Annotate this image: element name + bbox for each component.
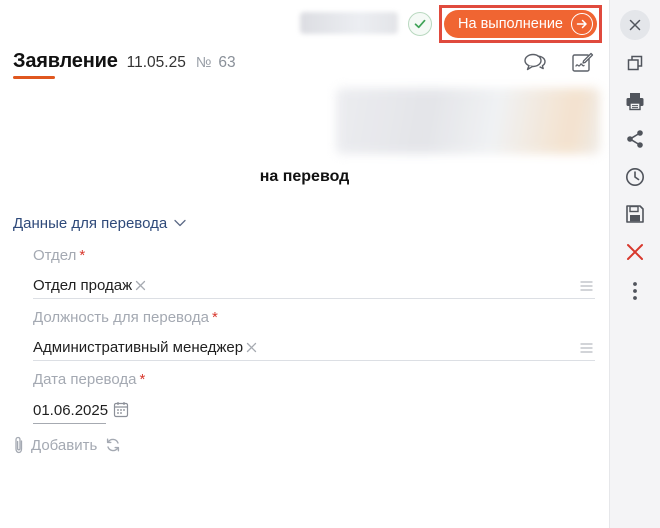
transfer-date-label: Дата перевода *	[33, 371, 145, 388]
share-icon	[627, 130, 643, 148]
department-value: Отдел продаж	[33, 277, 133, 294]
calendar-icon[interactable]	[113, 401, 129, 418]
right-toolbar	[609, 0, 660, 528]
blurred-company-logo	[336, 88, 600, 154]
position-label: Должность для перевода *	[33, 309, 218, 326]
share-button[interactable]	[621, 125, 649, 153]
clock-icon	[626, 168, 644, 186]
comments-button[interactable]	[522, 50, 548, 74]
position-field[interactable]: Административный менеджер	[33, 335, 595, 361]
close-icon	[136, 280, 146, 291]
clear-position-button[interactable]	[246, 342, 257, 353]
confirm-button[interactable]	[408, 12, 432, 36]
required-mark: *	[79, 247, 86, 264]
select-list-icon[interactable]	[580, 343, 593, 353]
required-mark: *	[139, 371, 146, 388]
more-vertical-icon	[633, 282, 637, 300]
history-button[interactable]	[621, 163, 649, 191]
sign-document-icon	[572, 52, 594, 72]
select-list-icon[interactable]	[580, 281, 593, 291]
delete-icon	[627, 244, 643, 260]
chevron-down-icon	[174, 219, 186, 227]
print-button[interactable]	[621, 87, 649, 115]
more-button[interactable]	[621, 277, 649, 305]
top-bar: На выполнение	[0, 0, 609, 44]
attachments-row: Добавить	[13, 436, 121, 454]
refresh-icon[interactable]	[105, 437, 121, 453]
document-subject: на перевод	[259, 168, 350, 185]
number-sign: №	[195, 55, 212, 71]
blurred-user-name	[300, 12, 398, 34]
page-title: Заявление	[13, 50, 118, 72]
copy-icon	[627, 55, 643, 71]
transfer-date-label-text: Дата перевода	[33, 371, 137, 388]
required-mark: *	[211, 309, 218, 326]
status-button-label: На выполнение	[458, 16, 563, 32]
document-panel: На выполнение Заявление 11.05.25 № 63 на	[0, 0, 609, 528]
save-button[interactable]	[621, 200, 649, 228]
print-icon	[626, 93, 644, 111]
paperclip-icon[interactable]	[13, 436, 25, 454]
check-icon	[414, 19, 426, 29]
department-label-text: Отдел	[33, 247, 77, 264]
copy-button[interactable]	[621, 49, 649, 77]
department-field[interactable]: Отдел продаж	[33, 273, 595, 299]
save-icon	[626, 205, 644, 223]
clear-department-button[interactable]	[135, 280, 146, 291]
add-attachment-button[interactable]: Добавить	[31, 437, 97, 454]
department-label: Отдел *	[33, 247, 85, 264]
sign-document-button[interactable]	[569, 50, 595, 74]
close-icon	[629, 19, 641, 31]
close-button[interactable]	[620, 10, 650, 40]
position-value: Административный менеджер	[33, 339, 244, 356]
close-icon	[246, 342, 257, 353]
document-number: 63	[218, 54, 236, 71]
transfer-date-input[interactable]: 01.06.2025	[33, 398, 108, 424]
status-to-execution-button[interactable]: На выполнение	[444, 10, 597, 38]
arrow-right-icon	[571, 13, 593, 35]
position-label-text: Должность для перевода	[33, 309, 209, 326]
delete-button[interactable]	[621, 238, 649, 266]
document-date: 11.05.25	[126, 54, 186, 71]
section-title: Данные для перевода	[13, 215, 168, 232]
comments-icon	[524, 53, 546, 71]
section-toggle-transfer-data[interactable]: Данные для перевода	[13, 215, 186, 232]
title-underline	[13, 76, 55, 79]
